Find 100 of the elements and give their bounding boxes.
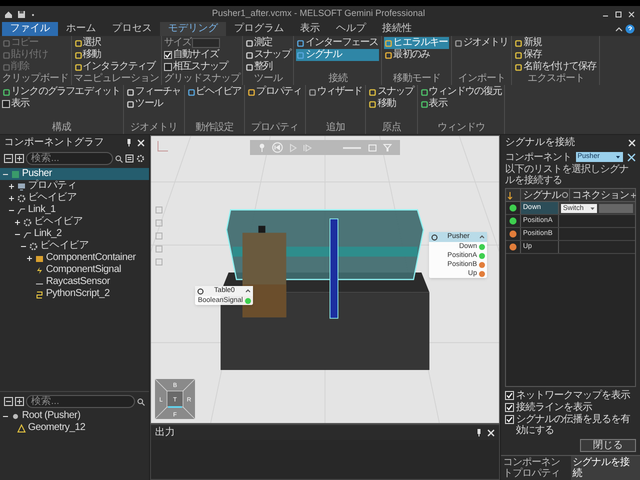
ribbon-button[interactable]: 新規 — [514, 37, 598, 49]
ribbon-button[interactable]: ジオメトリ — [454, 37, 510, 49]
ribbon-button[interactable]: 最初のみ — [384, 49, 449, 61]
signal-port[interactable] — [479, 270, 485, 276]
checkbox[interactable] — [164, 51, 172, 59]
tree-item[interactable]: プロパティ — [0, 180, 149, 192]
expand-toggle[interactable] — [8, 182, 15, 190]
pin-icon[interactable] — [475, 428, 483, 437]
tree-item[interactable]: Link_2 — [0, 228, 149, 240]
ribbon-button[interactable]: 移動 — [74, 49, 156, 61]
checkbox[interactable] — [505, 403, 514, 412]
square-icon — [74, 40, 82, 46]
list-icon[interactable] — [125, 154, 134, 163]
size-field[interactable] — [192, 38, 220, 48]
ribbon-button[interactable]: 保存 — [514, 49, 598, 61]
ribbon-button[interactable]: フィーチャ — [126, 86, 182, 98]
tree-item[interactable]: RaycastSensor — [0, 276, 149, 288]
menu-tab[interactable]: モデリング — [160, 22, 226, 36]
menu-tab[interactable]: ヘルプ — [328, 22, 374, 36]
tree-item[interactable]: ビヘイビア — [0, 216, 149, 228]
add-icon[interactable] — [629, 190, 638, 200]
ribbon-button[interactable]: リンクのグラフエディット — [2, 86, 122, 98]
checkbox[interactable] — [2, 100, 10, 108]
ribbon-button[interactable]: インターフェース — [296, 37, 380, 49]
ribbon-button[interactable]: スナップ — [245, 49, 292, 61]
checkbox[interactable] — [164, 63, 172, 71]
save-icon[interactable] — [17, 10, 26, 18]
tree-item[interactable]: PythonScript_2 — [0, 288, 149, 300]
tree-item[interactable]: Geometry_12 — [0, 422, 149, 434]
close-icon[interactable] — [627, 10, 636, 18]
ribbon-group-label: ジオメトリ — [129, 122, 179, 134]
ribbon-group-label: 移動モード — [392, 73, 442, 85]
ribbon-button[interactable]: 選択 — [74, 37, 156, 49]
file-menu[interactable]: ファイル — [2, 22, 58, 36]
ribbon-button[interactable]: 名前を付けて保存 — [514, 61, 598, 73]
ribbon-button[interactable]: 整列 — [245, 61, 292, 73]
ribbon-button[interactable]: シグナル — [296, 49, 380, 61]
menu-tab[interactable]: 接続性 — [374, 22, 420, 36]
ribbon-button[interactable]: ビヘイビア — [186, 86, 242, 98]
ribbon-group-label: クリップボード — [2, 73, 68, 85]
ribbon-button[interactable]: インタラクティブ — [74, 61, 156, 73]
help-icon[interactable] — [624, 22, 636, 36]
menu-tab[interactable]: ホーム — [58, 22, 104, 36]
expand-toggle[interactable] — [14, 218, 21, 226]
square-icon — [3, 40, 10, 46]
tree-item[interactable]: ビヘイビア — [0, 192, 149, 204]
signal-port[interactable] — [479, 262, 485, 268]
checkbox[interactable] — [505, 391, 514, 400]
maximize-icon[interactable] — [614, 10, 623, 18]
ribbon-button[interactable]: ウィンドウの復元 — [420, 86, 502, 98]
panel-tab[interactable]: シグナルを接続 — [570, 456, 640, 480]
ribbon-group-label: エクスポート — [526, 73, 586, 85]
tree-item[interactable]: Pusher — [0, 168, 149, 180]
panel-hint: 以下のリストを選択しシグナルを接続する — [504, 164, 630, 186]
search-field[interactable]: 検索... — [26, 395, 135, 408]
tree-item[interactable]: ビヘイビア — [0, 240, 149, 252]
ribbon-button[interactable]: 表示 — [420, 98, 502, 110]
close-icon[interactable] — [628, 138, 636, 146]
collapse-icon[interactable] — [479, 234, 485, 240]
close-icon[interactable] — [487, 428, 495, 436]
menu-tab[interactable]: 表示 — [292, 22, 328, 36]
ribbon-button[interactable]: 移動 — [368, 98, 415, 110]
square-icon — [515, 40, 522, 46]
collapse-all-icon[interactable] — [4, 397, 13, 406]
component-icon — [11, 170, 20, 178]
expand-all-icon[interactable] — [15, 397, 24, 406]
link-icon — [17, 206, 26, 214]
speed-slider-icon[interactable] — [342, 144, 362, 150]
tree-item[interactable]: Root (Pusher) — [0, 410, 149, 422]
expand-all-icon[interactable] — [15, 154, 24, 163]
ribbon-button[interactable]: 測定 — [245, 37, 292, 49]
menu-tab[interactable]: プロセス — [104, 22, 160, 36]
square-icon — [385, 40, 392, 46]
panel-tab[interactable]: コンポーネントプロパティ — [501, 456, 570, 480]
signal-icon — [35, 266, 44, 274]
menu-tab[interactable]: プログラム — [226, 22, 292, 36]
ribbon-button[interactable]: プロパティ — [247, 86, 303, 98]
ribbon-group-label: プロパティ — [250, 122, 300, 134]
tree-item[interactable]: ComponentSignal — [0, 264, 149, 276]
tree-item[interactable]: Link_1 — [0, 204, 149, 216]
collapse-icon[interactable] — [245, 288, 251, 294]
close-button[interactable]: 閉じる — [580, 439, 636, 452]
expand-toggle[interactable] — [8, 194, 15, 202]
pin-icon[interactable] — [125, 138, 133, 147]
ribbon-button[interactable]: ウィザード — [308, 86, 364, 98]
checkbox-label: 相互スナップ — [173, 61, 228, 73]
collapse-all-icon[interactable] — [4, 154, 13, 163]
ribbon-button[interactable]: ヒエラルキー — [384, 37, 449, 49]
ribbon-group-label: 動作設定 — [194, 122, 234, 134]
checkbox[interactable] — [505, 415, 514, 424]
tree-item[interactable]: ComponentContainer — [0, 252, 149, 264]
box-icon — [35, 254, 44, 262]
ribbon-button[interactable]: ツール — [126, 98, 182, 110]
expand-toggle[interactable] — [26, 254, 33, 262]
ribbon-group-label: 原点 — [380, 122, 402, 134]
search-icon — [137, 398, 145, 406]
search-field[interactable]: 検索... — [26, 152, 113, 165]
ribbon-button[interactable]: スナップ — [368, 86, 415, 98]
close-icon[interactable] — [137, 138, 145, 146]
square-icon — [246, 52, 253, 58]
